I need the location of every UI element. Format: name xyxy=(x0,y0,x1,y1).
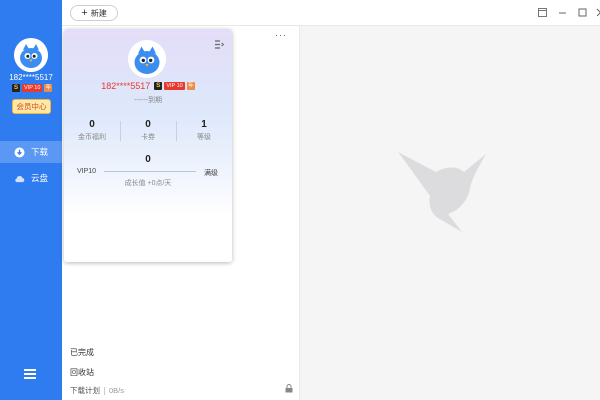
vip-badges: S VIP 10 年 xyxy=(12,84,53,92)
super-badge: S xyxy=(154,82,163,90)
year-badge: 年 xyxy=(44,84,53,92)
year-badge: 年 xyxy=(186,82,195,90)
download-plan-link[interactable]: 下载计划 xyxy=(70,385,100,396)
growth-value: 0 xyxy=(145,154,151,165)
card-username: 182****5517 xyxy=(101,81,151,91)
switch-account-icon[interactable] xyxy=(214,40,225,49)
sidebar-item-label: 下载 xyxy=(31,147,49,157)
stat-label: 等级 xyxy=(197,134,211,141)
more-options-icon[interactable]: ··· xyxy=(275,30,287,40)
sidebar: 182****5517 S VIP 10 年 会员中心 下载 云盘 xyxy=(0,0,62,400)
download-speed: 0B/s xyxy=(109,386,125,395)
stat-coupons[interactable]: 0 卡券 xyxy=(120,119,176,142)
vip-level-badge: VIP 10 xyxy=(22,84,43,92)
avatar[interactable] xyxy=(128,40,166,78)
cloud-icon xyxy=(14,173,25,184)
sidebar-item-cloud[interactable]: 云盘 xyxy=(0,167,62,189)
toolbar: + 新建 xyxy=(62,0,600,26)
current-level: VIP10 xyxy=(77,168,97,175)
new-task-button[interactable]: + 新建 xyxy=(70,5,118,21)
maximize-icon[interactable] xyxy=(576,6,588,18)
sidebar-username: 182****5517 xyxy=(9,73,53,82)
vip-level-badge: VIP 10 xyxy=(164,82,185,90)
stat-coins[interactable]: 0 金币福利 xyxy=(64,119,120,142)
stat-label: 卡券 xyxy=(141,134,155,141)
vip-center-button[interactable]: 会员中心 xyxy=(12,99,51,114)
hummingbird-logo-icon xyxy=(398,148,494,232)
plus-icon: + xyxy=(81,7,88,19)
lock-icon[interactable] xyxy=(285,384,293,393)
menu-icon[interactable] xyxy=(24,369,36,381)
detail-area xyxy=(300,26,600,400)
new-task-label: 新建 xyxy=(90,8,107,18)
sidebar-item-label: 云盘 xyxy=(31,173,49,183)
growth-progress-bar xyxy=(104,171,196,172)
download-icon xyxy=(14,147,25,158)
minimize-icon[interactable] xyxy=(556,6,568,18)
stat-label: 金币福利 xyxy=(78,134,106,141)
recycle-bin-item[interactable]: 回收站 xyxy=(70,367,94,378)
card-user-row: 182****5517 S VIP 10 年 xyxy=(64,81,232,91)
stats-row: 0 金币福利 0 卡券 1 等级 xyxy=(64,119,232,142)
close-icon[interactable] xyxy=(594,6,600,18)
download-plan-row: 下载计划 0B/s xyxy=(70,385,124,396)
super-badge: S xyxy=(12,84,20,92)
max-level: 满级 xyxy=(204,170,218,177)
completed-item[interactable]: 已完成 xyxy=(70,347,94,358)
avatar[interactable] xyxy=(14,38,48,72)
divider xyxy=(104,386,105,395)
stat-value: 0 xyxy=(89,119,95,130)
restore-icon[interactable] xyxy=(536,6,548,18)
stat-value: 0 xyxy=(145,119,151,130)
profile-popup: 182****5517 S VIP 10 年 ------到期 0 金币福利 0… xyxy=(64,29,232,262)
stat-level[interactable]: 1 等级 xyxy=(176,119,232,142)
growth-rate: 成长值 +0点/天 xyxy=(124,180,172,187)
stat-value: 1 xyxy=(201,119,207,130)
expire-date: ------到期 xyxy=(134,97,162,104)
sidebar-item-download[interactable]: 下载 xyxy=(0,141,62,163)
